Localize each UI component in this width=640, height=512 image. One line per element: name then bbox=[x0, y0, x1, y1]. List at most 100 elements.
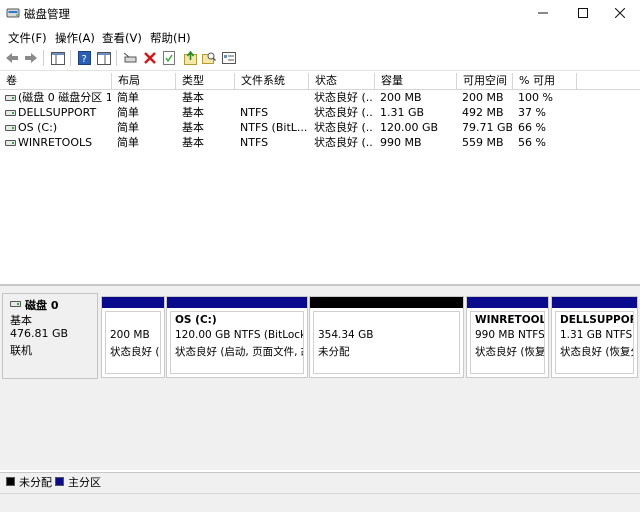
unallocated-swatch bbox=[6, 477, 15, 486]
partition-type-bar bbox=[467, 297, 548, 308]
cell-percent-free: 66 % bbox=[518, 121, 546, 134]
volume-icon bbox=[5, 140, 16, 146]
cell-filesystem: NTFS (BitL... bbox=[240, 121, 308, 134]
window-title: 磁盘管理 bbox=[24, 7, 70, 21]
menu-action[interactable]: 操作(A) bbox=[55, 30, 95, 46]
column-header-status[interactable]: 状态 bbox=[309, 73, 375, 89]
cell-filesystem: NTFS bbox=[240, 106, 269, 119]
partition-unallocated[interactable]: 354.34 GB 未分配 bbox=[309, 296, 464, 378]
search-folder-icon[interactable] bbox=[200, 49, 218, 67]
partition-dellsupport[interactable]: DELLSUPPORT 1.31 GB NTFS 状态良好 (恢复分 bbox=[551, 296, 638, 378]
cell-status: 状态良好 (... bbox=[314, 136, 374, 149]
cell-volume: DELLSUPPORT bbox=[18, 106, 97, 119]
cell-volume: WINRETOOLS bbox=[18, 136, 93, 149]
menu-view[interactable]: 查看(V) bbox=[102, 30, 142, 46]
cell-layout: 简单 bbox=[117, 106, 139, 119]
column-header-filesystem[interactable]: 文件系统 bbox=[235, 73, 309, 89]
partition-status: 状态良好 (恢复分 bbox=[560, 346, 634, 358]
partition-size: 990 MB NTFS bbox=[475, 329, 545, 341]
properties-icon[interactable] bbox=[160, 49, 178, 67]
partition-size: 354.34 GB bbox=[318, 329, 374, 341]
partition-body: 200 MB 状态良好 (E bbox=[105, 311, 161, 374]
cell-capacity: 200 MB bbox=[380, 91, 422, 104]
partition-body: WINRETOOLS 990 MB NTFS 状态良好 (恢复分 bbox=[470, 311, 545, 374]
column-header-type[interactable]: 类型 bbox=[176, 73, 235, 89]
menu-help[interactable]: 帮助(H) bbox=[150, 30, 191, 46]
table-row[interactable]: (磁盘 0 磁盘分区 1) 简单 基本 状态良好 (... 200 MB 200 MB 10… bbox=[0, 90, 640, 105]
cell-type: 基本 bbox=[182, 121, 204, 134]
delete-icon[interactable] bbox=[141, 49, 159, 67]
table-row[interactable]: DELLSUPPORT 简单 基本 NTFS 状态良好 (... 1.31 GB 492 M… bbox=[0, 105, 640, 120]
partition-type-bar bbox=[310, 297, 463, 308]
disk-0-info[interactable]: 磁盘 0 基本 476.81 GB 联机 bbox=[2, 293, 98, 379]
cell-status: 状态良好 (... bbox=[314, 91, 374, 104]
cell-type: 基本 bbox=[182, 106, 204, 119]
help-icon[interactable]: ? bbox=[75, 49, 93, 67]
partition-os-c[interactable]: OS (C:) 120.00 GB NTFS (BitLocker i 状态良好 (… bbox=[166, 296, 308, 378]
partition-winretools[interactable]: WINRETOOLS 990 MB NTFS 状态良好 (恢复分 bbox=[466, 296, 549, 378]
legend-primary: 主分区 bbox=[68, 476, 101, 489]
status-bar bbox=[0, 493, 640, 512]
cell-percent-free: 37 % bbox=[518, 106, 546, 119]
cell-free-space: 492 MB bbox=[462, 106, 504, 119]
partition-status: 状态良好 (E bbox=[110, 346, 161, 358]
disk-status: 联机 bbox=[10, 344, 32, 357]
cell-layout: 简单 bbox=[117, 136, 139, 149]
cell-free-space: 559 MB bbox=[462, 136, 504, 149]
cell-status: 状态良好 (... bbox=[314, 106, 374, 119]
view-details-icon[interactable] bbox=[220, 49, 238, 67]
disk-size: 476.81 GB bbox=[10, 327, 69, 340]
disk-name: 磁盘 0 bbox=[25, 299, 59, 312]
partition-status: 状态良好 (恢复分 bbox=[475, 346, 545, 358]
partition-body: 354.34 GB 未分配 bbox=[313, 311, 460, 374]
legend-unallocated: 未分配 bbox=[19, 476, 52, 489]
cell-filesystem bbox=[240, 90, 308, 105]
toolbar-separator bbox=[116, 50, 117, 66]
cell-type: 基本 bbox=[182, 91, 204, 104]
partition-size: 120.00 GB NTFS (BitLocker i bbox=[175, 329, 303, 341]
close-button[interactable] bbox=[597, 0, 640, 26]
toolbar-separator bbox=[70, 50, 71, 66]
show-hide-pane-icon[interactable] bbox=[95, 49, 113, 67]
volume-icon bbox=[5, 95, 16, 101]
partition-title: DELLSUPPORT bbox=[560, 314, 633, 326]
partition-status: 状态良好 (启动, 页面文件, 故 bbox=[175, 346, 304, 358]
disk-icon bbox=[10, 301, 21, 307]
cell-capacity: 120.00 GB bbox=[380, 121, 439, 134]
connect-drive-icon[interactable] bbox=[121, 49, 139, 67]
svg-text:?: ? bbox=[81, 54, 86, 65]
partition-status: 未分配 bbox=[318, 346, 350, 358]
primary-swatch bbox=[55, 477, 64, 486]
cell-capacity: 990 MB bbox=[380, 136, 422, 149]
menu-file[interactable]: 文件(F) bbox=[8, 30, 47, 46]
toolbar-separator bbox=[43, 50, 44, 66]
forward-arrow-icon[interactable] bbox=[22, 49, 40, 67]
cell-layout: 简单 bbox=[117, 121, 139, 134]
partition-size: 1.31 GB NTFS bbox=[560, 329, 633, 341]
console-tree-icon[interactable] bbox=[49, 49, 67, 67]
partition-title: WINRETOOLS bbox=[475, 314, 544, 326]
column-header-free-space[interactable]: 可用空间 bbox=[457, 73, 513, 89]
partition-system-reserved[interactable]: 200 MB 状态良好 (E bbox=[101, 296, 165, 378]
column-header-volume[interactable]: 卷 bbox=[0, 73, 112, 89]
partition-type-bar bbox=[552, 297, 637, 308]
partition-type-bar bbox=[102, 297, 164, 308]
cell-status: 状态良好 (... bbox=[314, 121, 374, 134]
table-row[interactable]: OS (C:) 简单 基本 NTFS (BitL... 状态良好 (... 120.00 … bbox=[0, 120, 640, 135]
menu-bar bbox=[0, 26, 640, 46]
cell-layout: 简单 bbox=[117, 91, 139, 104]
back-arrow-icon[interactable] bbox=[3, 49, 21, 67]
partition-body: DELLSUPPORT 1.31 GB NTFS 状态良好 (恢复分 bbox=[555, 311, 634, 374]
table-row[interactable]: WINRETOOLS 简单 基本 NTFS 状态良好 (... 990 MB 559 MB 5… bbox=[0, 135, 640, 150]
partition-size: 200 MB bbox=[110, 329, 150, 341]
disk-type: 基本 bbox=[10, 314, 32, 327]
column-header-capacity[interactable]: 容量 bbox=[375, 73, 457, 89]
partition-type-bar bbox=[167, 297, 307, 308]
cell-volume: OS (C:) bbox=[18, 121, 58, 134]
cell-percent-free: 56 % bbox=[518, 136, 546, 149]
import-icon[interactable] bbox=[181, 49, 199, 67]
volume-icon bbox=[5, 110, 16, 116]
cell-volume: (磁盘 0 磁盘分区 1) bbox=[18, 91, 111, 104]
column-header-percent-free[interactable]: % 可用 bbox=[513, 73, 577, 89]
column-header-layout[interactable]: 布局 bbox=[112, 73, 176, 89]
